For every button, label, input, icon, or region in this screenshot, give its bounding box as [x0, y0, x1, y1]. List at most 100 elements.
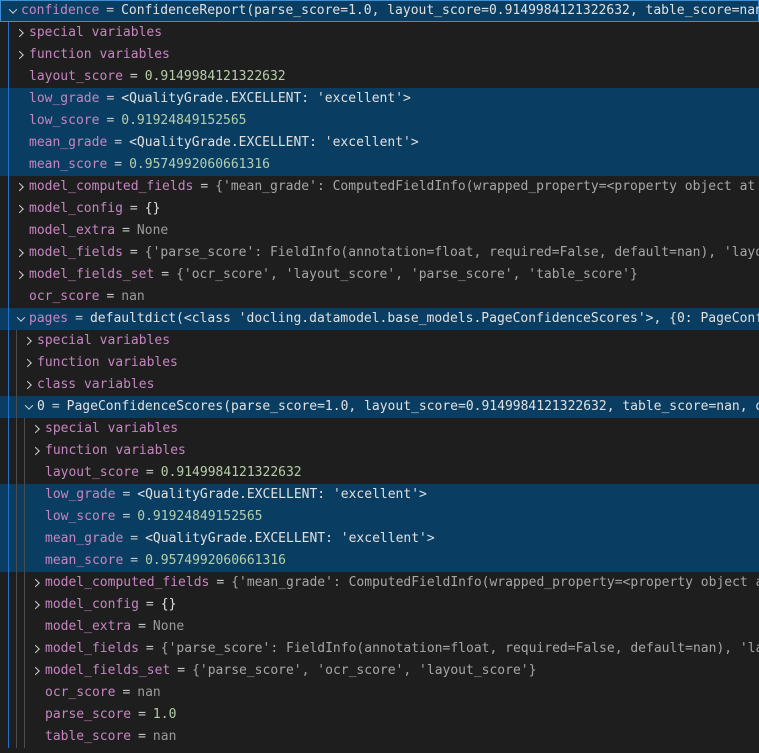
variable-name: model_fields_set: [45, 660, 170, 682]
variable-name: model_fields_set: [29, 264, 154, 286]
variable-name: mean_score: [45, 550, 123, 572]
variable-tree-row[interactable]: low_score=0.91924849152565: [0, 506, 759, 528]
twistie-spacer: [12, 66, 29, 88]
variable-tree-row[interactable]: function variables: [0, 440, 759, 462]
twistie-spacer: [12, 220, 29, 242]
variable-name: model_config: [29, 198, 123, 220]
variable-tree-row[interactable]: parse_score=1.0: [0, 704, 759, 726]
equals-sign: =: [123, 66, 145, 88]
variable-name: mean_grade: [45, 528, 123, 550]
twistie-spacer: [28, 726, 45, 748]
variable-value: None: [137, 220, 168, 242]
variable-tree-row[interactable]: function variables: [0, 352, 759, 374]
chevron-right-icon[interactable]: [28, 572, 45, 594]
chevron-right-icon[interactable]: [12, 22, 29, 44]
variable-value: {'mean_grade': ComputedFieldInfo(wrapped…: [215, 176, 755, 198]
chevron-down-icon[interactable]: [12, 308, 29, 330]
equals-sign: =: [99, 110, 121, 132]
chevron-right-icon[interactable]: [20, 374, 37, 396]
chevron-right-icon[interactable]: [28, 418, 45, 440]
equals-sign: =: [139, 594, 161, 616]
equals-sign: =: [131, 726, 153, 748]
variable-tree-row[interactable]: class variables: [0, 374, 759, 396]
variable-tree-row[interactable]: model_extra=None: [0, 616, 759, 638]
variable-tree-row[interactable]: model_fields={'parse_score': FieldInfo(a…: [0, 638, 759, 660]
variable-value: <QualityGrade.EXCELLENT: 'excellent'>: [137, 484, 427, 506]
variable-tree-row[interactable]: model_computed_fields={'mean_grade': Com…: [0, 572, 759, 594]
chevron-right-icon[interactable]: [28, 440, 45, 462]
equals-sign: =: [115, 506, 137, 528]
variable-value: 0.9574992060661316: [145, 550, 286, 572]
variable-tree-row[interactable]: function variables: [0, 44, 759, 66]
variable-name: ocr_score: [29, 286, 99, 308]
variable-name: layout_score: [29, 66, 123, 88]
variable-tree-row[interactable]: mean_grade=<QualityGrade.EXCELLENT: 'exc…: [0, 528, 759, 550]
variable-value: 0.91924849152565: [137, 506, 262, 528]
chevron-right-icon[interactable]: [12, 176, 29, 198]
equals-sign: =: [131, 616, 153, 638]
variable-name: class variables: [37, 374, 154, 396]
variable-tree-row[interactable]: special variables: [0, 330, 759, 352]
variable-tree-row[interactable]: model_extra=None: [0, 220, 759, 242]
variable-tree-row[interactable]: ocr_score=nan: [0, 682, 759, 704]
variable-tree-row[interactable]: ocr_score=nan: [0, 286, 759, 308]
variable-value: defaultdict(<class 'docling.datamodel.ba…: [90, 308, 759, 330]
variable-name: special variables: [45, 418, 178, 440]
variable-tree-row[interactable]: mean_grade=<QualityGrade.EXCELLENT: 'exc…: [0, 132, 759, 154]
variable-tree-row[interactable]: confidence=ConfidenceReport(parse_score=…: [0, 0, 759, 22]
chevron-right-icon[interactable]: [20, 352, 37, 374]
variable-tree-row[interactable]: layout_score=0.9149984121322632: [0, 66, 759, 88]
variable-tree-row[interactable]: model_fields_set={'parse_score', 'ocr_sc…: [0, 660, 759, 682]
variable-name: model_extra: [45, 616, 131, 638]
variable-name: ocr_score: [45, 682, 115, 704]
variable-name: mean_grade: [29, 132, 107, 154]
equals-sign: =: [209, 572, 231, 594]
variable-name: low_grade: [29, 88, 99, 110]
variable-tree-row[interactable]: table_score=nan: [0, 726, 759, 748]
chevron-right-icon[interactable]: [12, 198, 29, 220]
chevron-right-icon[interactable]: [28, 638, 45, 660]
variable-tree-row[interactable]: special variables: [0, 22, 759, 44]
variable-name: function variables: [45, 440, 186, 462]
equals-sign: =: [123, 198, 145, 220]
chevron-right-icon[interactable]: [12, 44, 29, 66]
variable-name: model_computed_fields: [45, 572, 209, 594]
variable-name: table_score: [45, 726, 131, 748]
variable-value: {}: [145, 198, 161, 220]
variable-tree-row[interactable]: model_fields={'parse_score': FieldInfo(a…: [0, 242, 759, 264]
chevron-down-icon[interactable]: [20, 396, 37, 418]
variable-tree-row[interactable]: low_score=0.91924849152565: [0, 110, 759, 132]
variable-name: function variables: [29, 44, 170, 66]
variable-name: confidence: [21, 0, 99, 22]
equals-sign: =: [68, 308, 90, 330]
chevron-right-icon[interactable]: [12, 242, 29, 264]
variable-tree-row[interactable]: pages=defaultdict(<class 'docling.datamo…: [0, 308, 759, 330]
chevron-right-icon[interactable]: [28, 660, 45, 682]
variable-tree-row[interactable]: low_grade=<QualityGrade.EXCELLENT: 'exce…: [0, 484, 759, 506]
equals-sign: =: [115, 682, 137, 704]
variable-name: parse_score: [45, 704, 131, 726]
variable-value: <QualityGrade.EXCELLENT: 'excellent'>: [121, 88, 411, 110]
variable-value: 0.9574992060661316: [129, 154, 270, 176]
equals-sign: =: [131, 704, 153, 726]
equals-sign: =: [123, 528, 145, 550]
variable-tree-row[interactable]: 0=PageConfidenceScores(parse_score=1.0, …: [0, 396, 759, 418]
variable-tree-row[interactable]: layout_score=0.9149984121322632: [0, 462, 759, 484]
equals-sign: =: [107, 132, 129, 154]
chevron-right-icon[interactable]: [28, 594, 45, 616]
variable-value: PageConfidenceScores(parse_score=1.0, la…: [67, 396, 759, 418]
variable-tree-row[interactable]: low_grade=<QualityGrade.EXCELLENT: 'exce…: [0, 88, 759, 110]
chevron-right-icon[interactable]: [20, 330, 37, 352]
chevron-right-icon[interactable]: [12, 264, 29, 286]
variable-tree-row[interactable]: special variables: [0, 418, 759, 440]
equals-sign: =: [115, 220, 137, 242]
variable-tree-row[interactable]: model_fields_set={'ocr_score', 'layout_s…: [0, 264, 759, 286]
variable-tree-row[interactable]: mean_score=0.9574992060661316: [0, 550, 759, 572]
variable-tree-row[interactable]: mean_score=0.9574992060661316: [0, 154, 759, 176]
variable-value: {'ocr_score', 'layout_score', 'parse_sco…: [176, 264, 638, 286]
variable-tree-row[interactable]: model_config={}: [0, 198, 759, 220]
variable-tree-row[interactable]: model_config={}: [0, 594, 759, 616]
variable-tree-row[interactable]: model_computed_fields={'mean_grade': Com…: [0, 176, 759, 198]
chevron-down-icon[interactable]: [4, 0, 21, 22]
variable-value: 0.91924849152565: [121, 110, 246, 132]
